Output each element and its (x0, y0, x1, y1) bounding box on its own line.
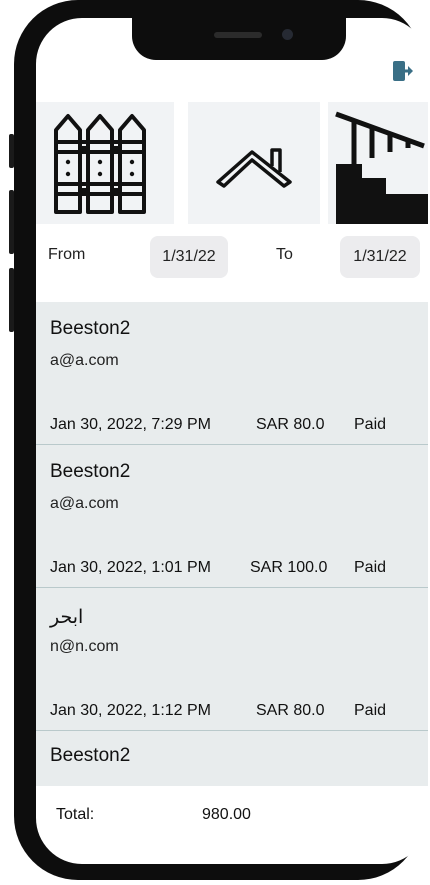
front-camera (282, 29, 293, 40)
customer-name: Beeston2 (50, 318, 131, 339)
stairs-icon (335, 111, 428, 224)
from-date-picker[interactable]: 1/31/22 (150, 236, 228, 278)
date-filter: From 1/31/22 To 1/31/22 (36, 236, 428, 278)
customer-email: a@a.com (50, 495, 119, 512)
payment-status: Paid (354, 702, 387, 719)
to-label: To (276, 246, 293, 263)
phone-frame: From 1/31/22 To 1/31/22 Beeston2 a@a.com… (9, 0, 428, 880)
payments-list[interactable]: Beeston2 a@a.com Jan 30, 2022, 7:29 PM S… (36, 302, 428, 786)
category-tile-fence[interactable] (36, 102, 174, 224)
customer-name: Beeston2 (50, 461, 131, 482)
volume-up-button (9, 190, 14, 254)
category-tile-roof[interactable] (188, 102, 320, 224)
list-item[interactable]: Beeston2 a@a.com Jan 30, 2022, 7:29 PM S… (36, 302, 428, 445)
to-date-picker[interactable]: 1/31/22 (340, 236, 420, 278)
payment-amount: SAR 80.0 (256, 702, 325, 719)
logout-icon (393, 61, 413, 81)
logout-button[interactable] (392, 60, 414, 82)
total-value: 980.00 (202, 806, 251, 823)
mute-switch (9, 134, 14, 168)
volume-down-button (9, 268, 14, 332)
speaker-grille (214, 32, 262, 38)
notch (132, 18, 346, 60)
list-item[interactable]: Beeston2 a@a.com Jan 30, 2022, 1:01 PM S… (36, 445, 428, 588)
payment-date: Jan 30, 2022, 1:12 PM (50, 702, 211, 719)
category-carousel[interactable] (36, 102, 428, 224)
fence-icon (54, 114, 146, 214)
category-tile-stairs[interactable] (328, 102, 428, 224)
total-summary: Total: 980.00 (36, 802, 428, 832)
from-label: From (48, 246, 86, 263)
roof-icon (216, 148, 292, 188)
list-item[interactable]: Beeston2 (36, 731, 428, 785)
payment-status: Paid (354, 559, 387, 576)
customer-email: n@n.com (50, 638, 119, 655)
customer-name: Beeston2 (50, 745, 131, 766)
customer-name: ابحر (50, 607, 84, 628)
list-item[interactable]: ابحر n@n.com Jan 30, 2022, 1:12 PM SAR 8… (36, 588, 428, 731)
payment-date: Jan 30, 2022, 7:29 PM (50, 416, 211, 433)
payment-date: Jan 30, 2022, 1:01 PM (50, 559, 211, 576)
payment-amount: SAR 100.0 (250, 559, 328, 576)
app-screen: From 1/31/22 To 1/31/22 Beeston2 a@a.com… (36, 18, 428, 864)
payment-status: Paid (354, 416, 387, 433)
total-label: Total: (56, 806, 95, 823)
payment-amount: SAR 80.0 (256, 416, 325, 433)
customer-email: a@a.com (50, 352, 119, 369)
